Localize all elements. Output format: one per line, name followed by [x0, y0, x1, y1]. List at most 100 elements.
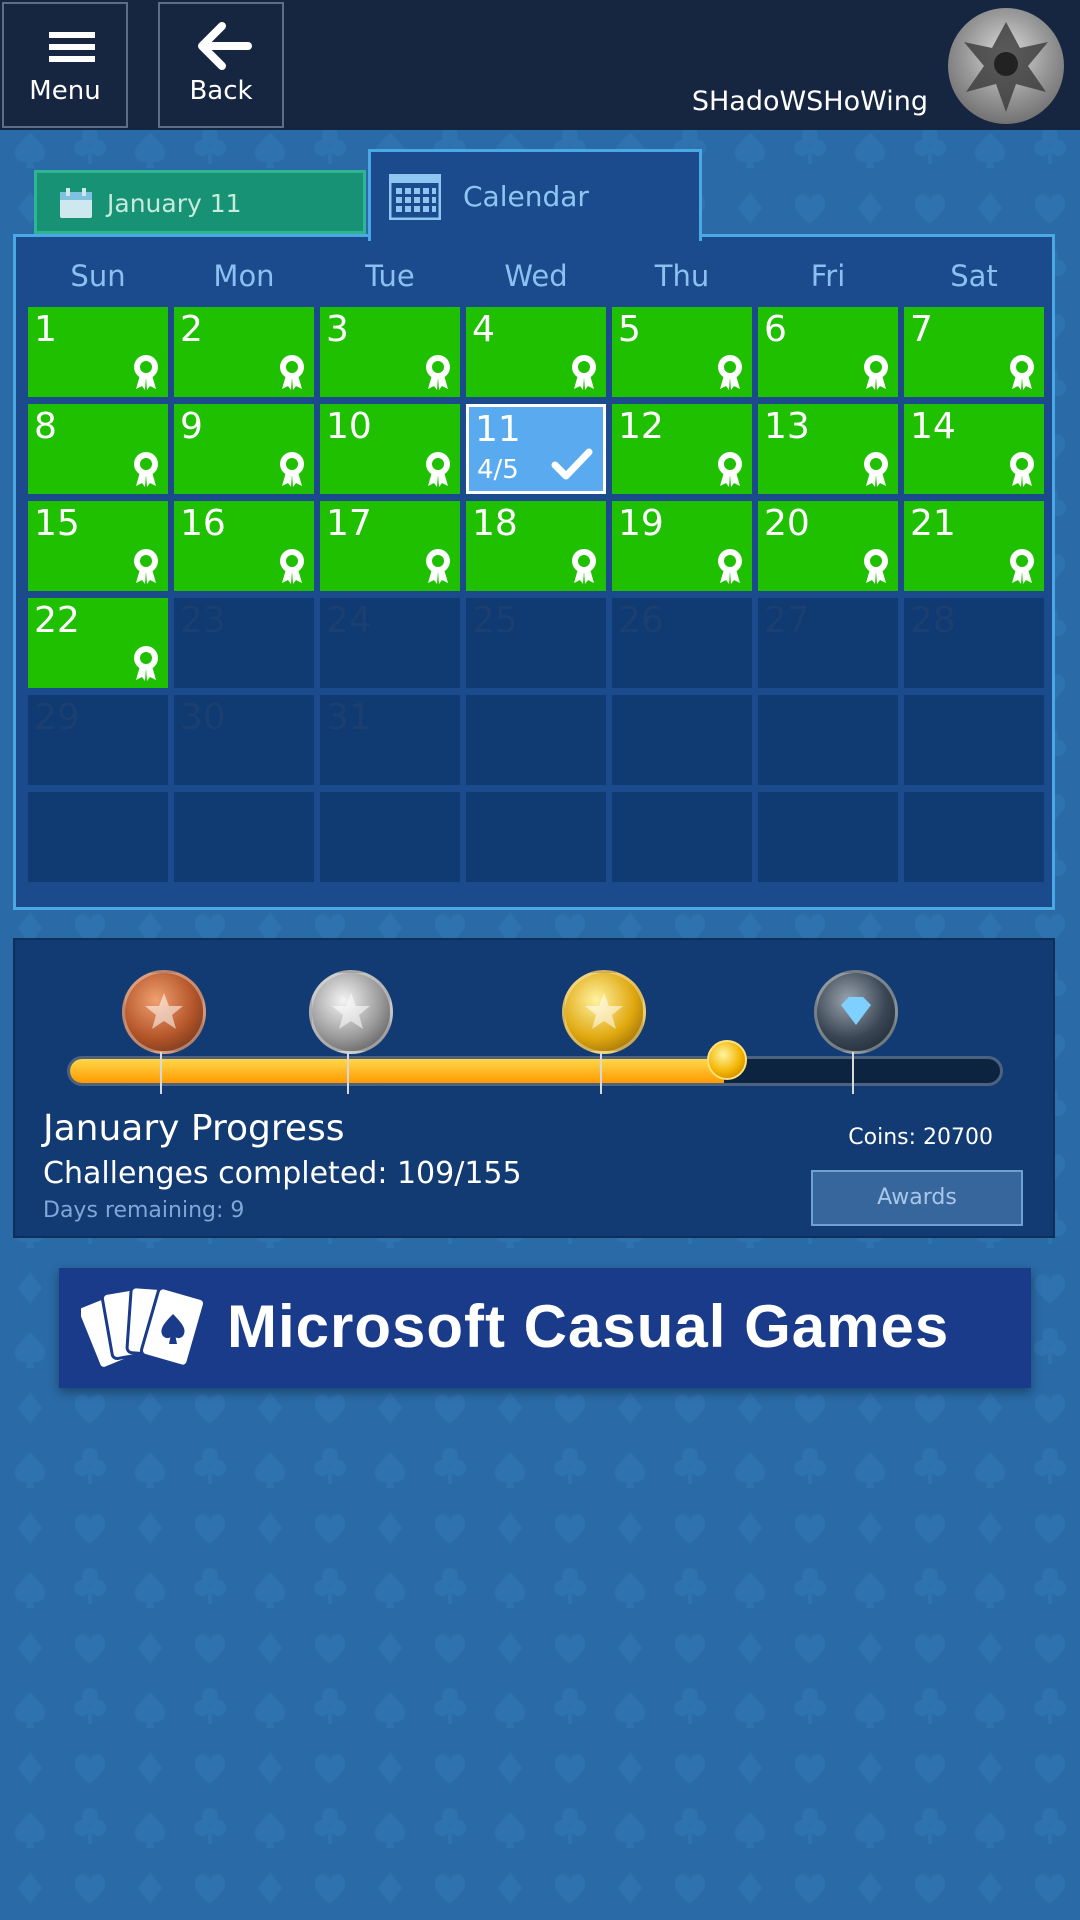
day-number: 6: [764, 309, 787, 350]
award-ribbon-icon: [280, 355, 304, 390]
checkmark-icon: [551, 448, 593, 480]
awards-button[interactable]: Awards: [811, 1170, 1023, 1226]
day-number: 8: [34, 406, 57, 447]
calendar-day-cell[interactable]: 11 4/5: [466, 404, 606, 494]
award-ribbon-icon: [1010, 452, 1034, 487]
day-number: 2: [180, 309, 203, 350]
hamburger-icon: [49, 32, 95, 62]
award-ribbon-icon: [718, 355, 742, 390]
progress-fill: [70, 1059, 724, 1083]
award-ribbon-icon: [134, 452, 158, 487]
calendar-day-cell[interactable]: 3: [320, 307, 460, 397]
milestone-tick: [599, 1052, 602, 1094]
award-ribbon-icon: [134, 549, 158, 584]
day-number: 11: [475, 409, 521, 450]
award-ribbon-icon: [864, 355, 888, 390]
day-number: 16: [180, 503, 226, 544]
calendar-day-cell[interactable]: 9: [174, 404, 314, 494]
award-ribbon-icon: [718, 549, 742, 584]
top-bar: Menu Back SHadoWSHoWing: [0, 0, 1080, 130]
calendar-day-cell[interactable]: 10: [320, 404, 460, 494]
calendar-empty-cell: [28, 792, 168, 882]
progress-track: [67, 1056, 1003, 1086]
calendar-day-cell[interactable]: 22: [28, 598, 168, 688]
calendar-empty-cell: [758, 792, 898, 882]
award-ribbon-icon: [280, 549, 304, 584]
calendar-day-cell[interactable]: 21: [904, 501, 1044, 591]
award-ribbon-icon: [426, 452, 450, 487]
calendar-empty-cell: [612, 792, 752, 882]
award-ribbon-icon: [572, 549, 596, 584]
day-number: 30: [180, 697, 226, 738]
back-button[interactable]: Back: [158, 2, 284, 128]
calendar-page-icon: [60, 188, 92, 218]
weekday-label: Tue: [365, 259, 415, 293]
calendar-day-cell[interactable]: 15: [28, 501, 168, 591]
day-number: 18: [472, 503, 518, 544]
calendar-day-cell: 30: [174, 695, 314, 785]
award-ribbon-icon: [426, 355, 450, 390]
tab-calendar[interactable]: Calendar: [368, 149, 702, 241]
calendar-empty-cell: [904, 792, 1044, 882]
calendar-day-cell[interactable]: 14: [904, 404, 1044, 494]
award-ribbon-icon: [864, 549, 888, 584]
calendar-empty-cell: [174, 792, 314, 882]
calendar-day-cell[interactable]: 12: [612, 404, 752, 494]
milestone-tick: [159, 1052, 162, 1094]
day-number: 4: [472, 309, 495, 350]
calendar-empty-cell: [612, 695, 752, 785]
calendar-empty-cell: [466, 695, 606, 785]
calendar-day-cell: 27: [758, 598, 898, 688]
calendar-day-cell[interactable]: 13: [758, 404, 898, 494]
day-number: 27: [764, 600, 810, 641]
weekday-label: Sat: [950, 259, 998, 293]
calendar-day-cell[interactable]: 5: [612, 307, 752, 397]
calendar-day-cell[interactable]: 19: [612, 501, 752, 591]
avatar-emblem-icon: [964, 22, 1048, 112]
weekday-label: Fri: [810, 259, 846, 293]
diamond-medal-icon: [814, 970, 899, 1054]
calendar-day-cell: 25: [466, 598, 606, 688]
progress-coin-marker-icon: [707, 1040, 747, 1080]
day-number: 26: [618, 600, 664, 641]
day-number: 29: [34, 697, 80, 738]
calendar-day-cell[interactable]: 1: [28, 307, 168, 397]
award-ribbon-icon: [572, 355, 596, 390]
tab-today-date[interactable]: January 11: [34, 170, 366, 234]
calendar-empty-cell: [320, 792, 460, 882]
calendar-day-cell[interactable]: 2: [174, 307, 314, 397]
playing-cards-icon: [81, 1285, 207, 1370]
day-number: 28: [910, 600, 956, 641]
day-number: 20: [764, 503, 810, 544]
calendar-day-cell[interactable]: 16: [174, 501, 314, 591]
day-number: 21: [910, 503, 956, 544]
calendar-day-cell[interactable]: 18: [466, 501, 606, 591]
calendar-day-cell[interactable]: 8: [28, 404, 168, 494]
day-number: 10: [326, 406, 372, 447]
avatar[interactable]: [948, 8, 1064, 124]
calendar-day-cell: 23: [174, 598, 314, 688]
calendar-empty-cell: [904, 695, 1044, 785]
calendar-day-cell[interactable]: 6: [758, 307, 898, 397]
calendar-day-cell[interactable]: 20: [758, 501, 898, 591]
weekday-label: Thu: [654, 259, 710, 293]
day-number: 13: [764, 406, 810, 447]
progress-title: January Progress: [43, 1108, 345, 1149]
microsoft-casual-games-banner[interactable]: Microsoft Casual Games: [59, 1268, 1031, 1388]
award-ribbon-icon: [426, 549, 450, 584]
calendar-day-cell[interactable]: 17: [320, 501, 460, 591]
coins-count: Coins: 20700: [848, 1125, 993, 1150]
day-number: 22: [34, 600, 80, 641]
gold-stars-medal-icon: [561, 970, 646, 1054]
username: SHadoWSHoWing: [691, 86, 928, 117]
calendar-day-cell[interactable]: 4: [466, 307, 606, 397]
award-ribbon-icon: [134, 646, 158, 681]
menu-button[interactable]: Menu: [2, 2, 128, 128]
challenges-completed: Challenges completed: 109/155: [43, 1156, 522, 1191]
award-ribbon-icon: [864, 452, 888, 487]
day-number: 25: [472, 600, 518, 641]
banner-brand-text: Microsoft Casual Games: [227, 1293, 950, 1360]
calendar-panel: Sun Mon Tue Wed Thu Fri Sat 1 2 3 4 5 6 7 8 9 10 11 4/5 12…: [13, 234, 1055, 910]
calendar-day-cell[interactable]: 7: [904, 307, 1044, 397]
day-number: 17: [326, 503, 372, 544]
